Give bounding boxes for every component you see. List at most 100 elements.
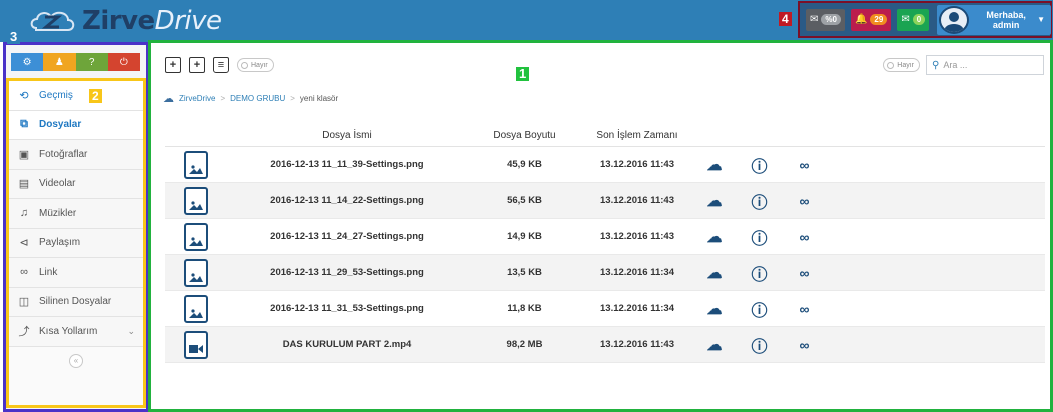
sidebar-item-music[interactable]: ♫ Müzikler <box>9 199 143 229</box>
info-icon: ⓘ <box>751 266 768 284</box>
link-icon: ∞ <box>799 264 810 281</box>
sidebar-collapse-button[interactable]: « <box>69 353 83 368</box>
sidebar-item-files[interactable]: ⧉ Dosyalar <box>9 110 143 140</box>
user-menu[interactable]: Merhaba, admin ▼ <box>937 4 1052 35</box>
table-row[interactable]: 2016-12-13 11_24_27-Settings.png 14,9 KB… <box>165 219 1045 255</box>
table-row[interactable]: 2016-12-13 11_31_53-Settings.png 11,8 KB… <box>165 291 1045 327</box>
settings-quick-button[interactable]: ⚙ <box>11 53 44 71</box>
share-link-button[interactable]: ∞ <box>782 301 827 317</box>
file-name: 2016-12-13 11_29_53-Settings.png <box>270 267 424 278</box>
logo-text-bold: Zirve <box>82 6 155 36</box>
info-button[interactable]: ⓘ <box>737 297 782 321</box>
file-size: 56,5 KB <box>507 195 542 206</box>
logout-quick-button[interactable]: ⏻ <box>107 53 140 71</box>
mail-button[interactable]: ✉ 0 <box>897 8 930 31</box>
user-icon: ♟ <box>54 56 64 68</box>
bell-icon: 🔔 <box>854 14 868 25</box>
sidebar-item-label: Videolar <box>39 178 76 190</box>
table-row[interactable]: 2016-12-13 11_29_53-Settings.png 13,5 KB… <box>165 255 1045 291</box>
download-button[interactable]: ☁ <box>692 191 737 211</box>
share-link-button[interactable]: ∞ <box>782 157 827 173</box>
plus-icon: + <box>169 59 177 71</box>
search-toggle[interactable]: Hayır <box>883 58 920 72</box>
sidebar-item-shortcuts[interactable]: ⤴ Kısa Yollarım ⌄ <box>9 317 143 347</box>
table-row[interactable]: DAS KURULUM PART 2.mp4 98,2 MB 13.12.201… <box>165 327 1045 363</box>
file-toolbar: + + ≡ Hayır <box>165 57 274 73</box>
sidebar-item-label: Kısa Yollarım <box>39 325 98 337</box>
breadcrumb: ☁ ZirveDrive > DEMO GRUBU > yeni klasör <box>163 92 338 105</box>
image-file-icon <box>184 222 208 251</box>
delete-button[interactable]: ≡ <box>213 57 229 73</box>
folder-plus-icon: + <box>193 59 201 71</box>
messages-badge: %0 <box>821 14 841 25</box>
info-button[interactable]: ⓘ <box>737 153 782 177</box>
share-link-button[interactable]: ∞ <box>782 193 827 209</box>
top-header: ZirveDrive 4 ✉ %0 🔔 29 ✉ 0 Merhaba, admi… <box>0 0 1053 42</box>
info-button[interactable]: ⓘ <box>737 225 782 249</box>
download-button[interactable]: ☁ <box>692 227 737 247</box>
zirvedrive-logo[interactable]: ZirveDrive <box>28 4 222 38</box>
table-row[interactable]: 2016-12-13 11_11_39-Settings.png 45,9 KB… <box>165 147 1045 183</box>
sidebar-nav: ⟲ Geçmiş 2 ⧉ Dosyalar ▣ Fotoğraflar ▤ Vi… <box>6 78 146 408</box>
breadcrumb-root[interactable]: ZirveDrive <box>179 94 215 103</box>
chevron-left-icon: « <box>73 356 79 365</box>
logo-text: ZirveDrive <box>82 6 222 36</box>
new-file-button[interactable]: + <box>165 57 181 73</box>
toolbar-toggle[interactable]: Hayır <box>237 58 274 72</box>
info-button[interactable]: ⓘ <box>737 333 782 357</box>
breadcrumb-separator: > <box>290 94 295 103</box>
annotation-label-2: 2 <box>89 89 102 103</box>
download-button[interactable]: ☁ <box>692 299 737 319</box>
search-input[interactable]: ⚲ Ara ... <box>926 55 1044 75</box>
toggle-label: Hayır <box>251 61 268 69</box>
header-time[interactable]: Son İşlem Zamanı <box>582 130 692 141</box>
profile-quick-button[interactable]: ♟ <box>43 53 76 71</box>
header-name[interactable]: Dosya İsmi <box>227 130 467 141</box>
greeting-line1: Merhaba, <box>986 9 1026 20</box>
messages-button[interactable]: ✉ %0 <box>806 8 845 31</box>
download-button[interactable]: ☁ <box>692 263 737 283</box>
sidebar-item-videos[interactable]: ▤ Videolar <box>9 169 143 199</box>
page: ZirveDrive 4 ✉ %0 🔔 29 ✉ 0 Merhaba, admi… <box>0 0 1053 412</box>
sidebar-item-label: Müzikler <box>39 207 77 219</box>
new-folder-button[interactable]: + <box>189 57 205 73</box>
info-button[interactable]: ⓘ <box>737 189 782 213</box>
breadcrumb-group[interactable]: DEMO GRUBU <box>230 94 285 103</box>
sidebar-item-label: Dosyalar <box>39 119 82 131</box>
logo-text-light: Drive <box>154 6 222 36</box>
download-button[interactable]: ☁ <box>692 335 737 355</box>
download-button[interactable]: ☁ <box>692 155 737 175</box>
info-button[interactable]: ⓘ <box>737 261 782 285</box>
gears-icon: ⚙ <box>22 56 32 68</box>
greeting-line2: admin <box>992 19 1020 30</box>
file-time: 13.12.2016 11:34 <box>600 303 674 314</box>
toggle-knob <box>887 61 895 69</box>
image-file-icon <box>184 258 208 287</box>
header-size[interactable]: Dosya Boyutu <box>467 130 582 141</box>
share-link-button[interactable]: ∞ <box>782 337 827 353</box>
share-link-button[interactable]: ∞ <box>782 265 827 281</box>
avatar <box>939 5 970 34</box>
sidebar-item-share[interactable]: ⊲ Paylaşım <box>9 228 143 258</box>
sidebar-item-link[interactable]: ∞ Link <box>9 258 143 288</box>
cloud-download-icon: ☁ <box>706 156 723 174</box>
file-name: 2016-12-13 11_11_39-Settings.png <box>270 159 424 170</box>
help-quick-button[interactable]: ? <box>75 53 108 71</box>
file-time: 13.12.2016 11:43 <box>600 231 674 242</box>
file-name: DAS KURULUM PART 2.mp4 <box>282 339 412 350</box>
breadcrumb-current: yeni klasör <box>299 94 339 103</box>
files-icon: ⧉ <box>20 118 28 131</box>
notifications-button[interactable]: 🔔 29 <box>850 8 892 31</box>
link-icon: ∞ <box>799 192 810 209</box>
link-icon: ∞ <box>20 266 28 279</box>
sidebar-item-deleted-files[interactable]: ◫ Silinen Dosyalar <box>9 287 143 317</box>
sidebar-item-label: Geçmiş <box>39 89 73 101</box>
bolt-icon: ⤴ <box>18 326 30 339</box>
table-row[interactable]: 2016-12-13 11_14_22-Settings.png 56,5 KB… <box>165 183 1045 219</box>
sidebar-item-photos[interactable]: ▣ Fotoğraflar <box>9 140 143 170</box>
user-notification-area: ✉ %0 🔔 29 ✉ 0 Merhaba, admin ▼ <box>798 1 1052 38</box>
sidebar-item-history[interactable]: ⟲ Geçmiş 2 <box>9 81 143 111</box>
share-link-button[interactable]: ∞ <box>782 229 827 245</box>
cloud-download-icon: ☁ <box>706 264 723 282</box>
video-file-icon <box>184 330 208 359</box>
